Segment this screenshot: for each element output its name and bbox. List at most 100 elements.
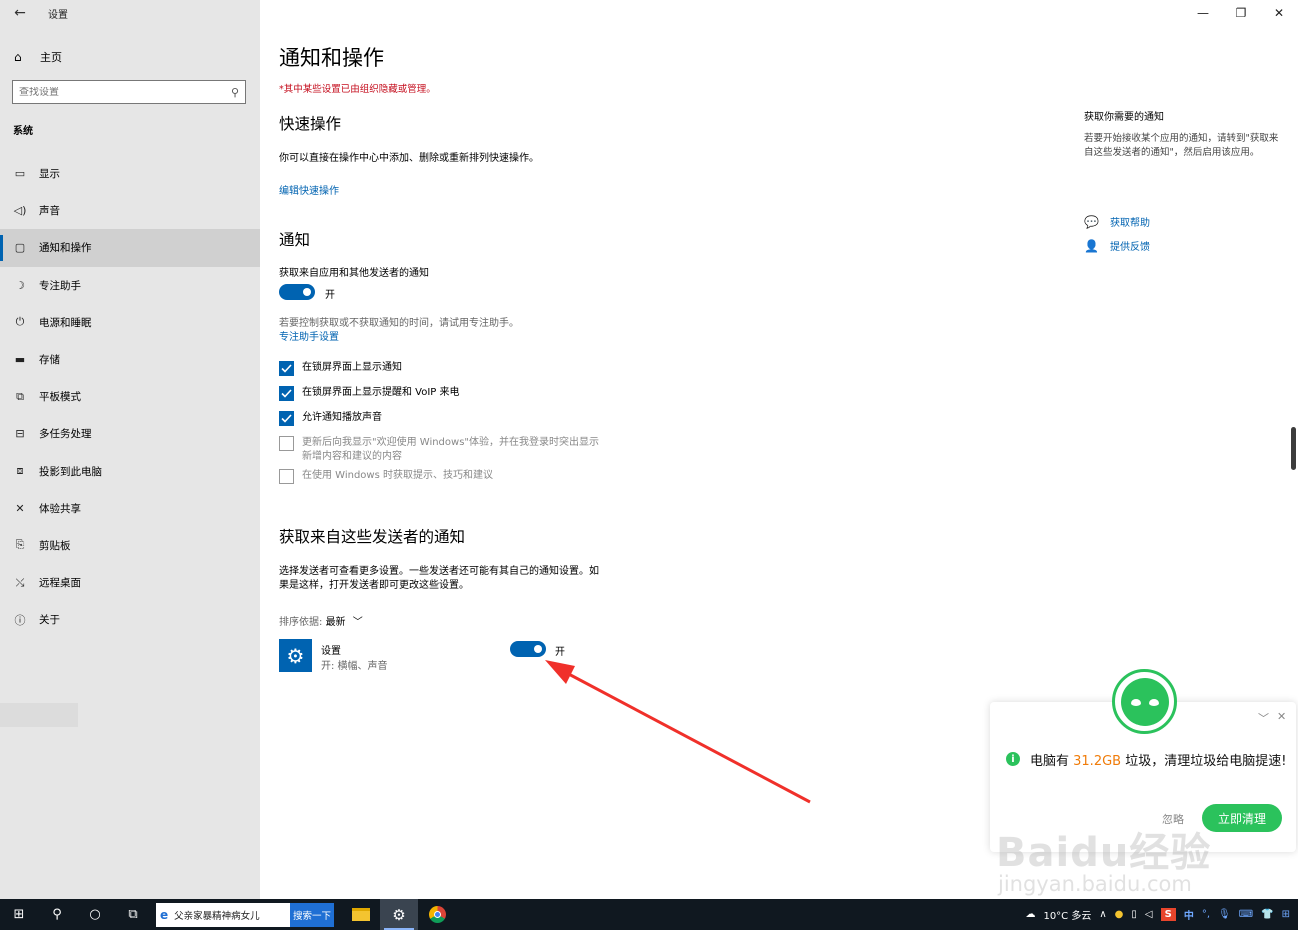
checkbox-lock-screen-notifications[interactable]: 在锁屏界面上显示通知 (279, 361, 402, 376)
scrollbar-thumb[interactable] (1291, 427, 1296, 470)
sidebar-item-power[interactable]: ⏻ 电源和睡眠 (0, 304, 260, 341)
taskbar-search-box[interactable]: e 父亲家暴精神病女儿 (156, 902, 290, 927)
weather-cloud-icon[interactable]: ☁ (1025, 909, 1035, 920)
checkbox-box[interactable] (279, 386, 294, 401)
sidebar-item-about[interactable]: ⓘ 关于 (0, 601, 260, 638)
sidebar-item-label: 关于 (39, 614, 60, 627)
sidebar-item-sound[interactable]: ◁) 声音 (0, 192, 260, 229)
sogou-icon[interactable]: S (1160, 908, 1176, 921)
sidebar-item-multitasking[interactable]: ⊟ 多任务处理 (0, 415, 260, 452)
restore-icon[interactable]: ❐ (1222, 0, 1260, 26)
sort-control[interactable]: 排序依据: 最新 ﹀ (279, 613, 363, 628)
taskbar-search-submit[interactable]: 搜索一下 (290, 902, 334, 927)
focus-assist-settings-link[interactable]: 专注助手设置 (279, 328, 339, 343)
sidebar-item-clipboard[interactable]: ⎘ 剪贴板 (0, 527, 260, 564)
project-icon: ⧈ (16, 464, 24, 478)
back-button[interactable]: ← (0, 0, 40, 26)
file-explorer-icon[interactable] (342, 899, 380, 930)
tray-expand-icon[interactable]: ∧ (1099, 909, 1106, 920)
gear-icon[interactable]: ⚙ (279, 639, 312, 672)
ime-label[interactable]: 中 (1184, 907, 1194, 922)
cortana-circle-icon: ○ (89, 907, 101, 922)
senders-description-line2: 果是这样，打开发送者即可更改这些设置。 (279, 580, 469, 591)
search-input[interactable] (19, 86, 231, 98)
sidebar-home[interactable]: ⌂ 主页 (0, 44, 260, 70)
volume-icon[interactable]: ◁ (1145, 909, 1153, 920)
back-arrow-icon: ← (14, 5, 26, 21)
search-icon[interactable]: ⚲ (231, 86, 239, 99)
senders-description-line1: 选择发送者可查看更多设置。一些发送者还可能有其自己的通知设置。如 (279, 566, 599, 577)
task-view-button[interactable]: ⧉ (114, 899, 152, 930)
sidebar-item-focus-assist[interactable]: ☽ 专注助手 (0, 267, 260, 304)
skin-icon[interactable]: 👕 (1261, 909, 1273, 920)
chrome-icon[interactable] (418, 899, 456, 930)
sender-app-toggle[interactable] (510, 641, 546, 657)
sidebar-item-project[interactable]: ⧈ 投影到此电脑 (0, 453, 260, 490)
sender-app-name[interactable]: 设置 (321, 642, 341, 657)
sidebar-item-display[interactable]: ▭ 显示 (0, 155, 260, 192)
quick-actions-heading: 快速操作 (279, 115, 342, 133)
window-controls: — ❐ ✕ (1184, 0, 1298, 26)
get-help-label[interactable]: 获取帮助 (1110, 214, 1150, 229)
popup-message-suffix: 垃圾，清理垃圾给电脑提速! (1121, 754, 1287, 769)
sidebar-item-notifications[interactable]: ▢ 通知和操作 (0, 229, 260, 267)
checkbox-tips-tricks[interactable]: 在使用 Windows 时获取提示、技巧和建议 (279, 469, 493, 484)
checkbox-lock-screen-reminders[interactable]: 在锁屏界面上显示提醒和 VoIP 来电 (279, 386, 460, 401)
weather-text[interactable]: 10°C 多云 (1043, 907, 1091, 922)
taskbar-search-text[interactable]: 父亲家暴精神病女儿 (174, 908, 260, 922)
sort-value[interactable]: 最新 (326, 617, 346, 628)
notification-icon: ▢ (14, 241, 26, 255)
storage-icon: ▬ (14, 353, 26, 367)
notifications-heading: 通知 (279, 231, 311, 249)
edit-quick-actions-link[interactable]: 编辑快速操作 (279, 182, 339, 197)
sidebar-item-label: 存储 (39, 354, 60, 367)
checkbox-box[interactable] (279, 469, 294, 484)
settings-icon[interactable]: ⚙ (380, 899, 418, 930)
popup-close-icon[interactable]: ✕ (1277, 710, 1286, 723)
checkbox-label: 在使用 Windows 时获取提示、技巧和建议 (302, 470, 493, 481)
punctuation-icon[interactable]: °, (1202, 909, 1210, 920)
checkbox-notification-sounds[interactable]: 允许通知播放声音 (279, 411, 382, 426)
window-title: 设置 (48, 9, 68, 21)
close-icon[interactable]: ✕ (1260, 0, 1298, 26)
microphone-icon[interactable]: 🎙 (1218, 909, 1231, 920)
minimize-icon[interactable]: — (1184, 0, 1222, 26)
right-panel: 获取你需要的通知 若要开始接收某个应用的通知，请转到"获取来自这些发送者的通知"… (1084, 108, 1284, 160)
sidebar-item-label: 显示 (39, 168, 60, 181)
title-bar: ← 设置 (0, 0, 260, 26)
checkbox-box[interactable] (279, 411, 294, 426)
get-help-link[interactable]: 💬 获取帮助 (1084, 214, 1150, 230)
sidebar-item-remote-desktop[interactable]: ⤯ 远程桌面 (0, 564, 260, 601)
home-icon: ⌂ (14, 50, 22, 64)
give-feedback-link[interactable]: 👤 提供反馈 (1084, 238, 1150, 254)
sidebar-blank-area (0, 703, 78, 727)
battery-icon[interactable]: ▯ (1131, 909, 1137, 920)
system-tray: ☁ 10°C 多云 ∧ ● ▯ ◁ S 中 °, 🎙 ⌨ 👕 ⊞ (1025, 899, 1298, 930)
popup-collapse-icon[interactable]: ﹀ (1258, 710, 1269, 726)
sidebar-item-label: 声音 (39, 205, 60, 218)
search-box[interactable]: ⚲ (12, 80, 246, 104)
taskbar-search-button[interactable]: ⚲ (38, 899, 76, 930)
sidebar-item-tablet-mode[interactable]: ⧉ 平板模式 (0, 378, 260, 415)
checkbox-welcome-experience[interactable]: 更新后向我显示"欢迎使用 Windows"体验，并在我登录时突出显示 新增内容和建… (279, 436, 599, 464)
focus-assist-icon: ☽ (15, 278, 25, 292)
sidebar-nav: ▭ 显示 ◁) 声音 ▢ 通知和操作 ☽ 专注助手 ⏻ 电源和睡眠 ▬ 存储 ⧉ 平板模式 ⊟… (0, 155, 260, 638)
keyboard-icon[interactable]: ⌨ (1239, 909, 1253, 920)
cortana-button[interactable]: ○ (76, 899, 114, 930)
start-button[interactable]: ⊞ (0, 899, 38, 930)
sidebar-item-shared-experiences[interactable]: ✕ 体验共享 (0, 490, 260, 527)
notifications-toggle[interactable] (279, 284, 315, 300)
tray-app-icon[interactable]: ● (1115, 909, 1124, 920)
sidebar-item-label: 多任务处理 (39, 428, 92, 441)
give-feedback-label[interactable]: 提供反馈 (1110, 238, 1150, 253)
toolbox-icon[interactable]: ⊞ (1282, 909, 1290, 920)
chevron-down-icon[interactable]: ﹀ (353, 617, 363, 628)
popup-clean-button[interactable]: 立即清理 (1202, 804, 1282, 832)
sidebar-item-storage[interactable]: ▬ 存储 (0, 341, 260, 378)
group-label: 系统 (13, 126, 33, 137)
checkbox-label: 在锁屏界面上显示通知 (302, 362, 402, 373)
taskbar: ⊞ ⚲ ○ ⧉ e 父亲家暴精神病女儿 搜索一下 ⚙ ☁ 10°C 多云 ∧ ● … (0, 899, 1298, 930)
checkbox-box[interactable] (279, 361, 294, 376)
checkbox-box[interactable] (279, 436, 294, 451)
sidebar: ← 设置 ⌂ 主页 ⚲ 系统 ▭ 显示 ◁) 声音 ▢ 通知和操作 ☽ 专注助手 ⏻ 电源… (0, 0, 260, 899)
